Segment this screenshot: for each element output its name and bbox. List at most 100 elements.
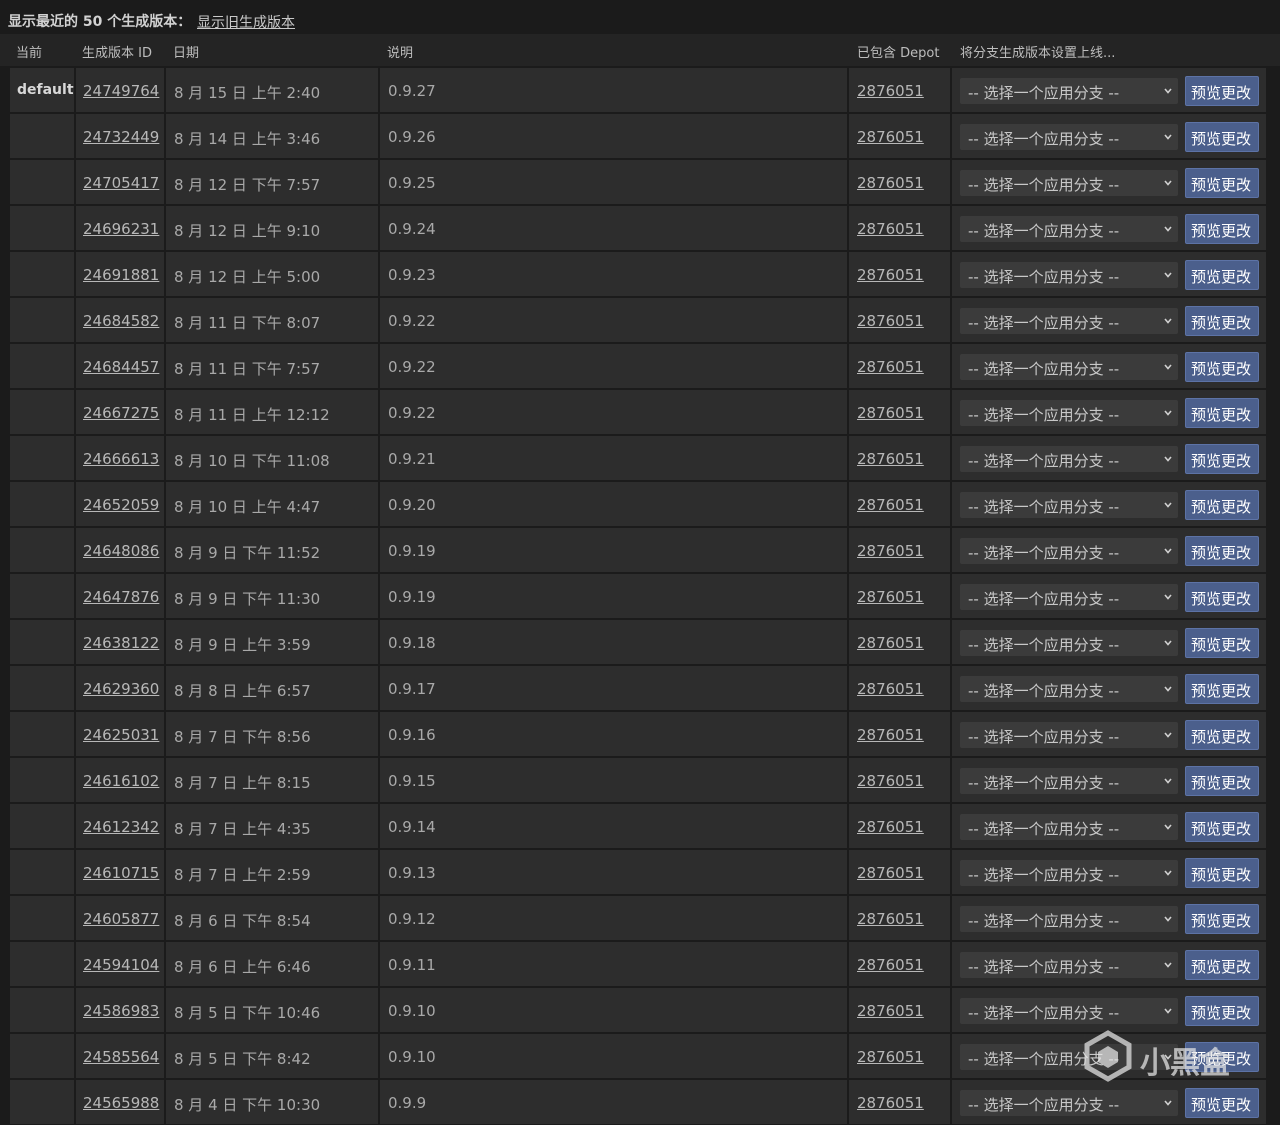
build-id-link[interactable]: 24605877 xyxy=(83,910,159,928)
build-id-cell: 24585564 xyxy=(76,1034,164,1078)
build-id-link[interactable]: 24565988 xyxy=(83,1094,159,1112)
preview-changes-button[interactable]: 预览更改 xyxy=(1185,996,1259,1026)
build-id-link[interactable]: 24648086 xyxy=(83,542,159,560)
preview-changes-button[interactable]: 预览更改 xyxy=(1185,720,1259,750)
preview-changes-button[interactable]: 预览更改 xyxy=(1185,306,1259,336)
depot-link[interactable]: 2876051 xyxy=(857,1048,924,1066)
depot-link[interactable]: 2876051 xyxy=(857,220,924,238)
depot-link[interactable]: 2876051 xyxy=(857,588,924,606)
branch-select[interactable]: -- 选择一个应用分支 -- xyxy=(960,998,1178,1024)
branch-select[interactable]: -- 选择一个应用分支 -- xyxy=(960,1090,1178,1116)
build-id-link[interactable]: 24638122 xyxy=(83,634,159,652)
build-id-link[interactable]: 24705417 xyxy=(83,174,159,192)
build-id-link[interactable]: 24647876 xyxy=(83,588,159,606)
preview-changes-button[interactable]: 预览更改 xyxy=(1185,76,1259,106)
depot-link[interactable]: 2876051 xyxy=(857,1094,924,1112)
branch-select[interactable]: -- 选择一个应用分支 -- xyxy=(960,262,1178,288)
branch-select[interactable]: -- 选择一个应用分支 -- xyxy=(960,170,1178,196)
depot-link[interactable]: 2876051 xyxy=(857,726,924,744)
preview-changes-button[interactable]: 预览更改 xyxy=(1185,766,1259,796)
depot-link[interactable]: 2876051 xyxy=(857,680,924,698)
branch-select[interactable]: -- 选择一个应用分支 -- xyxy=(960,354,1178,380)
branch-select[interactable]: -- 选择一个应用分支 -- xyxy=(960,216,1178,242)
branch-select[interactable]: -- 选择一个应用分支 -- xyxy=(960,676,1178,702)
preview-changes-button[interactable]: 预览更改 xyxy=(1185,260,1259,290)
branch-select[interactable]: -- 选择一个应用分支 -- xyxy=(960,1044,1178,1070)
depot-link[interactable]: 2876051 xyxy=(857,956,924,974)
preview-changes-button[interactable]: 预览更改 xyxy=(1185,398,1259,428)
depot-link[interactable]: 2876051 xyxy=(857,450,924,468)
depot-link[interactable]: 2876051 xyxy=(857,82,924,100)
depot-link[interactable]: 2876051 xyxy=(857,818,924,836)
preview-changes-button[interactable]: 预览更改 xyxy=(1185,858,1259,888)
build-id-link[interactable]: 24667275 xyxy=(83,404,159,422)
preview-changes-button[interactable]: 预览更改 xyxy=(1185,950,1259,980)
table-row: 24585564 8 月 5 日 下午 8:42 0.9.10 2876051 -- 选… xyxy=(0,1033,1280,1079)
preview-changes-button[interactable]: 预览更改 xyxy=(1185,122,1259,152)
branch-select[interactable]: -- 选择一个应用分支 -- xyxy=(960,584,1178,610)
build-id-link[interactable]: 24732449 xyxy=(83,128,159,146)
preview-changes-button[interactable]: 预览更改 xyxy=(1185,582,1259,612)
build-id-link[interactable]: 24696231 xyxy=(83,220,159,238)
branch-select[interactable]: -- 选择一个应用分支 -- xyxy=(960,952,1178,978)
branch-select-value: -- 选择一个应用分支 -- xyxy=(968,360,1120,378)
branch-select[interactable]: -- 选择一个应用分支 -- xyxy=(960,78,1178,104)
depot-link[interactable]: 2876051 xyxy=(857,128,924,146)
branch-select[interactable]: -- 选择一个应用分支 -- xyxy=(960,400,1178,426)
build-id-link[interactable]: 24666613 xyxy=(83,450,159,468)
preview-changes-button[interactable]: 预览更改 xyxy=(1185,352,1259,382)
branch-select[interactable]: -- 选择一个应用分支 -- xyxy=(960,630,1178,656)
build-id-link[interactable]: 24749764 xyxy=(83,82,159,100)
build-id-link[interactable]: 24625031 xyxy=(83,726,159,744)
depot-cell: 2876051 xyxy=(849,160,950,204)
branch-select[interactable]: -- 选择一个应用分支 -- xyxy=(960,446,1178,472)
preview-changes-button[interactable]: 预览更改 xyxy=(1185,444,1259,474)
depot-link[interactable]: 2876051 xyxy=(857,542,924,560)
preview-changes-button[interactable]: 预览更改 xyxy=(1185,812,1259,842)
preview-changes-button[interactable]: 预览更改 xyxy=(1185,490,1259,520)
build-id-link[interactable]: 24594104 xyxy=(83,956,159,974)
preview-changes-button[interactable]: 预览更改 xyxy=(1185,1042,1259,1072)
depot-link[interactable]: 2876051 xyxy=(857,772,924,790)
depot-link[interactable]: 2876051 xyxy=(857,1002,924,1020)
build-id-link[interactable]: 24684457 xyxy=(83,358,159,376)
branch-select[interactable]: -- 选择一个应用分支 -- xyxy=(960,492,1178,518)
depot-link[interactable]: 2876051 xyxy=(857,266,924,284)
preview-changes-button[interactable]: 预览更改 xyxy=(1185,628,1259,658)
depot-link[interactable]: 2876051 xyxy=(857,404,924,422)
branch-select[interactable]: -- 选择一个应用分支 -- xyxy=(960,124,1178,150)
build-id-link[interactable]: 24585564 xyxy=(83,1048,159,1066)
build-id-link[interactable]: 24629360 xyxy=(83,680,159,698)
chevron-down-icon xyxy=(1164,962,1172,968)
build-id-link[interactable]: 24691881 xyxy=(83,266,159,284)
preview-changes-button[interactable]: 预览更改 xyxy=(1185,1088,1259,1118)
depot-link[interactable]: 2876051 xyxy=(857,312,924,330)
build-description: 0.9.22 xyxy=(388,312,436,330)
build-id-link[interactable]: 24616102 xyxy=(83,772,159,790)
branch-select[interactable]: -- 选择一个应用分支 -- xyxy=(960,722,1178,748)
branch-select[interactable]: -- 选择一个应用分支 -- xyxy=(960,538,1178,564)
build-id-link[interactable]: 24684582 xyxy=(83,312,159,330)
branch-select[interactable]: -- 选择一个应用分支 -- xyxy=(960,906,1178,932)
depot-link[interactable]: 2876051 xyxy=(857,174,924,192)
depot-link[interactable]: 2876051 xyxy=(857,864,924,882)
build-id-link[interactable]: 24610715 xyxy=(83,864,159,882)
preview-changes-button[interactable]: 预览更改 xyxy=(1185,674,1259,704)
depot-link[interactable]: 2876051 xyxy=(857,634,924,652)
build-id-link[interactable]: 24652059 xyxy=(83,496,159,514)
branch-select[interactable]: -- 选择一个应用分支 -- xyxy=(960,860,1178,886)
preview-changes-button[interactable]: 预览更改 xyxy=(1185,168,1259,198)
build-id-link[interactable]: 24586983 xyxy=(83,1002,159,1020)
depot-link[interactable]: 2876051 xyxy=(857,496,924,514)
branch-select[interactable]: -- 选择一个应用分支 -- xyxy=(960,814,1178,840)
depot-link[interactable]: 2876051 xyxy=(857,358,924,376)
depot-link[interactable]: 2876051 xyxy=(857,910,924,928)
preview-changes-button[interactable]: 预览更改 xyxy=(1185,536,1259,566)
preview-changes-button[interactable]: 预览更改 xyxy=(1185,214,1259,244)
preview-changes-button[interactable]: 预览更改 xyxy=(1185,904,1259,934)
show-old-builds-link[interactable]: 显示旧生成版本 xyxy=(197,12,295,32)
branch-select[interactable]: -- 选择一个应用分支 -- xyxy=(960,768,1178,794)
build-id-link[interactable]: 24612342 xyxy=(83,818,159,836)
depot-cell: 2876051 xyxy=(849,436,950,480)
branch-select[interactable]: -- 选择一个应用分支 -- xyxy=(960,308,1178,334)
